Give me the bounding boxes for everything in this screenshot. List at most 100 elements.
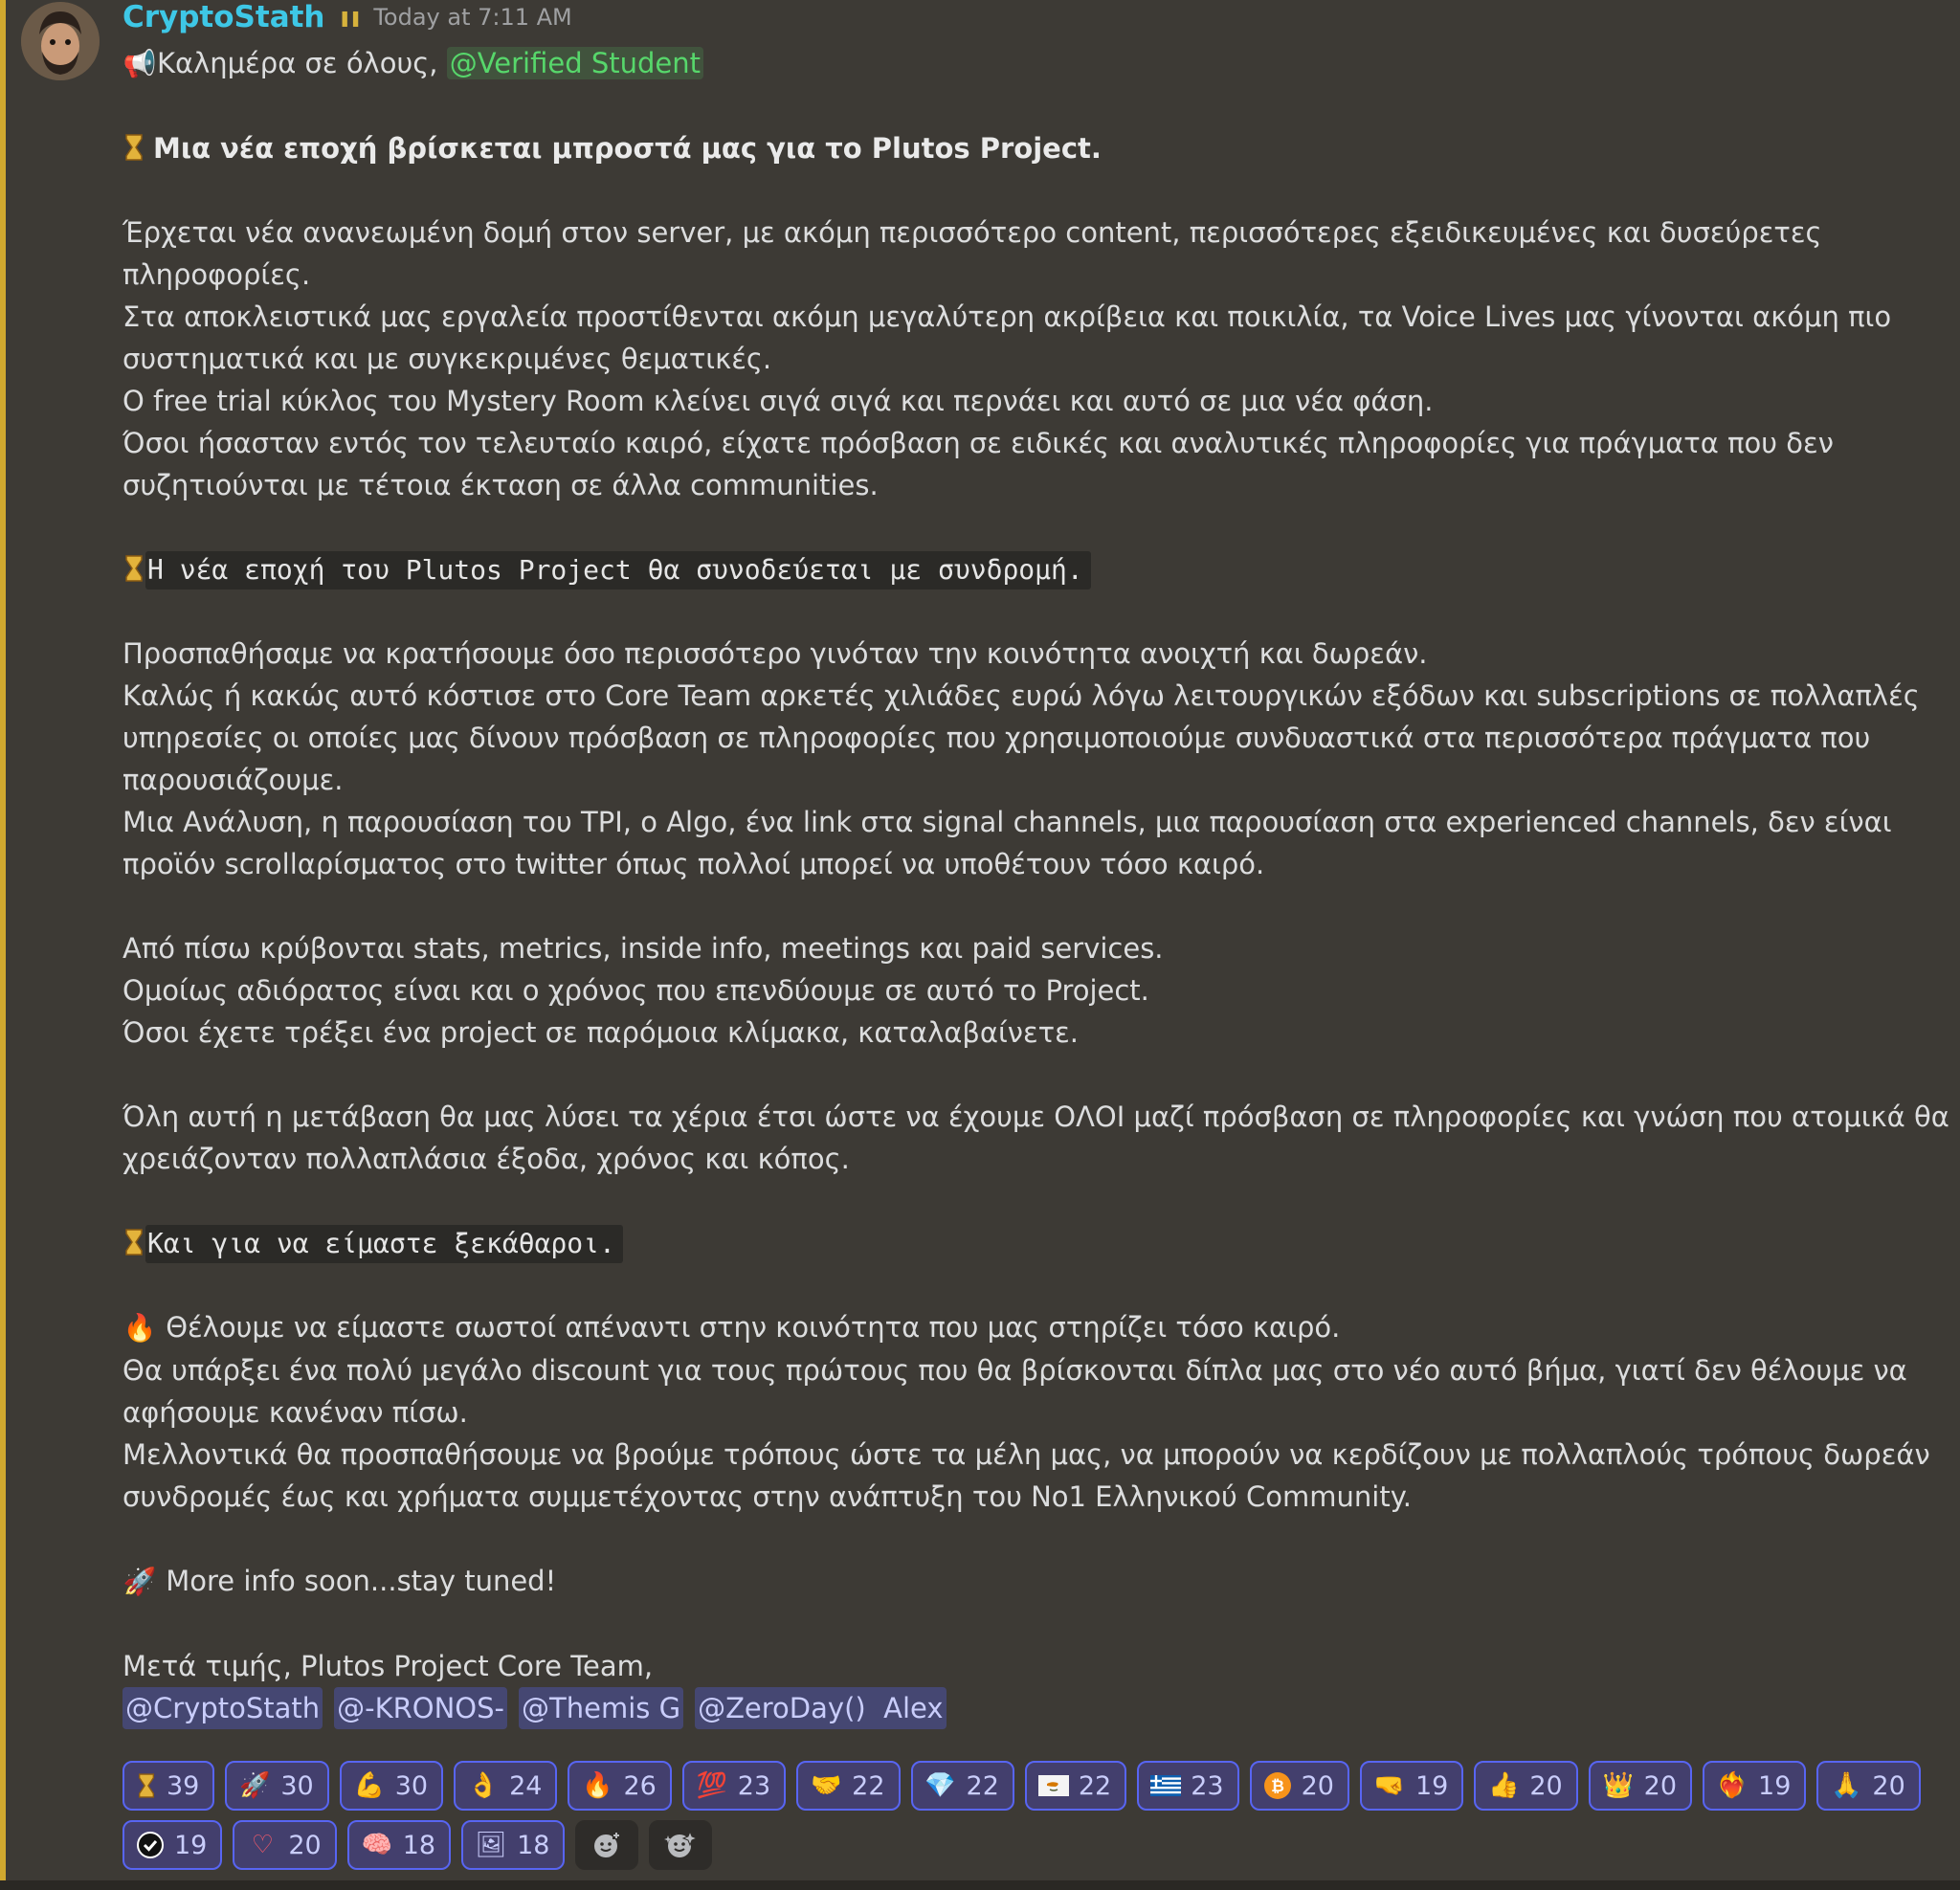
- reaction-count: 23: [737, 1770, 771, 1801]
- rocket-icon: 🚀: [239, 1771, 271, 1800]
- reaction-count: 20: [1872, 1770, 1905, 1801]
- rainbow-brain-icon: 🧠: [361, 1831, 392, 1859]
- reaction-count: 30: [394, 1770, 429, 1801]
- p1-line-4: συστηματικά και με συγκεκριμένες θεματικ…: [122, 343, 772, 375]
- p5-line-4: Μελλοντικά θα προσπαθήσουμε να βρούμε τρ…: [122, 1438, 1930, 1471]
- p1-line-2: πληροφορίες.: [122, 258, 311, 291]
- p1-line-5: Ο free trial κύκλος του Mystery Room κλε…: [122, 385, 1434, 417]
- super-reaction-icon: [664, 1830, 698, 1857]
- reaction-count: 22: [852, 1770, 885, 1801]
- verified-student-mention[interactable]: @Verified Student: [446, 47, 704, 79]
- username[interactable]: CryptoStath: [122, 0, 325, 34]
- reaction-hundred[interactable]: 💯 23: [681, 1761, 787, 1811]
- reactions-bar: 39 🚀 30 💪 30 👌 24 🔥 26 💯 23 🤝 22 💎 22 22…: [122, 1761, 1922, 1870]
- reaction-folded-hands[interactable]: 🙏 20: [1816, 1761, 1921, 1811]
- add-reaction-button[interactable]: [575, 1820, 639, 1870]
- message-content: 📢Καλημέρα σε όλους, @Verified Student Μι…: [122, 42, 1949, 1729]
- p4-line-1: Όλη αυτή η μετάβαση θα μας λύσει τα χέρι…: [122, 1101, 1949, 1133]
- reaction-heart[interactable]: ♡ 20: [233, 1820, 337, 1870]
- avatar-portrait-icon: [21, 2, 100, 80]
- thumbs-up-icon: 👍: [1488, 1771, 1520, 1800]
- megaphone-icon: 📢: [122, 48, 157, 79]
- reaction-bitcoin[interactable]: ₿ 20: [1249, 1761, 1349, 1811]
- bottom-strip: [0, 1880, 1960, 1890]
- crown-icon: 👑: [1602, 1771, 1634, 1800]
- p5-line-1: 🔥 Θέλουμε να είμαστε σωστοί απέναντι στη…: [122, 1306, 1903, 1349]
- folded-hands-icon: 🙏: [1831, 1771, 1862, 1800]
- reaction-thumbs-up[interactable]: 👍 20: [1474, 1761, 1578, 1811]
- role-badge-icon: ❚❚: [338, 8, 363, 27]
- reaction-count: 20: [1643, 1770, 1678, 1801]
- p5-line-3: αφήσουμε κανέναν πίσω.: [122, 1396, 468, 1429]
- hourglass-icon: [125, 555, 143, 582]
- reaction-count: 20: [1301, 1770, 1334, 1801]
- p3-line-1: Από πίσω κρύβονται stats, metrics, insid…: [122, 932, 1164, 965]
- fire-icon: 🔥: [582, 1771, 613, 1800]
- mention-cryptostath[interactable]: @CryptoStath: [122, 1687, 323, 1729]
- p4-line-2: χρειάζονταν πολλαπλάσια έξοδα, χρόνος κα…: [122, 1143, 850, 1175]
- p2-line-3: υπηρεσίες οι οποίες μας δίνουν πρόσβαση …: [122, 722, 1871, 754]
- reaction-rocket[interactable]: 🚀 30: [225, 1761, 329, 1811]
- reaction-count: 19: [1414, 1770, 1449, 1801]
- p1-line-7: συζητιούνται με τέτοια έκταση σε άλλα co…: [122, 469, 879, 501]
- reaction-portrait-sticker[interactable]: 🖼 18: [461, 1820, 566, 1870]
- p3-line-2: Ομοίως αδιόρατος είναι και ο χρόνος που …: [122, 974, 1149, 1007]
- reaction-greece-flag[interactable]: 23: [1137, 1761, 1239, 1811]
- reaction-count: 19: [174, 1830, 208, 1860]
- p5-line-1-text: Θέλουμε να είμαστε σωστοί απέναντι στην …: [157, 1311, 1341, 1344]
- reaction-count: 23: [1191, 1770, 1224, 1801]
- code-line-1: Η νέα εποχή του Plutos Project θα συνοδε…: [122, 548, 1903, 590]
- bitcoin-icon: ₿: [1263, 1772, 1291, 1799]
- add-super-reaction-button[interactable]: [649, 1820, 713, 1870]
- reaction-count: 39: [167, 1770, 200, 1801]
- reaction-count: 19: [1758, 1770, 1792, 1801]
- reaction-heart-on-fire[interactable]: ❤️‍🔥 19: [1703, 1761, 1807, 1811]
- inline-code-clarity: Και για να είμαστε ξεκάθαροι.: [145, 1225, 623, 1263]
- reaction-gem[interactable]: 💎 22: [910, 1761, 1014, 1811]
- heart-icon: ♡: [251, 1831, 275, 1859]
- reaction-check-badge[interactable]: 19: [122, 1820, 223, 1870]
- p2-line-5: Μια Ανάλυση, η παρουσίαση του TPI, ο Alg…: [122, 806, 1892, 838]
- greeting-line: 📢Καλημέρα σε όλους, @Verified Student: [122, 42, 1903, 85]
- avatar[interactable]: [21, 2, 100, 80]
- mention-zeroday-alex[interactable]: @ZeroDay() Alex: [695, 1687, 947, 1729]
- reaction-biceps[interactable]: 💪 30: [339, 1761, 444, 1811]
- timestamp[interactable]: Today at 7:11 AM: [373, 4, 571, 31]
- pointing-hand-icon: 🤜: [1373, 1771, 1406, 1800]
- reaction-crown[interactable]: 👑 20: [1588, 1761, 1693, 1811]
- greeting-text: Καλημέρα σε όλους,: [157, 47, 447, 79]
- hourglass-icon: [125, 134, 143, 161]
- flexed-biceps-icon: 💪: [353, 1771, 385, 1800]
- reaction-cyprus-flag[interactable]: 22: [1024, 1761, 1127, 1811]
- hourglass-icon: [138, 1773, 155, 1798]
- reaction-ok-hand[interactable]: 👌 24: [454, 1761, 558, 1811]
- reaction-count: 22: [1078, 1770, 1112, 1801]
- code-line-2: Και για να είμαστε ξεκάθαροι.: [122, 1222, 1903, 1264]
- reaction-fire[interactable]: 🔥 26: [568, 1761, 672, 1811]
- reaction-pointing-hand[interactable]: 🤜 19: [1359, 1761, 1464, 1811]
- reaction-count: 26: [623, 1770, 657, 1801]
- add-reaction-icon: [594, 1832, 621, 1857]
- p1-line-1: Έρχεται νέα ανανεωμένη δομή στον server,…: [122, 216, 1822, 249]
- ok-hand-icon: 👌: [467, 1771, 500, 1800]
- reaction-count: 20: [288, 1830, 322, 1860]
- svg-text:₿: ₿: [1271, 1777, 1284, 1796]
- handshake-icon: 🤝: [810, 1771, 842, 1800]
- mention-themis-g[interactable]: @Themis G: [519, 1687, 684, 1729]
- check-badge-icon: [137, 1832, 164, 1858]
- reaction-count: 24: [509, 1770, 543, 1801]
- reaction-count: 18: [402, 1830, 436, 1860]
- reaction-rainbow-brain[interactable]: 🧠 18: [346, 1820, 452, 1870]
- reaction-hourglass[interactable]: 39: [122, 1761, 215, 1811]
- message-header: CryptoStath ❚❚ Today at 7:11 AM: [122, 0, 572, 34]
- reaction-count: 22: [966, 1770, 999, 1801]
- reaction-count: 30: [280, 1770, 314, 1801]
- hourglass-icon: [125, 1229, 143, 1256]
- reaction-count: 20: [1529, 1770, 1563, 1801]
- heart-on-fire-icon: ❤️‍🔥: [1716, 1771, 1748, 1800]
- mention-kronos[interactable]: @-KRONOS-: [334, 1687, 508, 1729]
- reaction-handshake[interactable]: 🤝 22: [796, 1761, 901, 1811]
- p5-line-5: συνδρομές έως και χρήματα συμμετέχοντας …: [122, 1480, 1412, 1513]
- greece-flag-icon: [1150, 1775, 1182, 1796]
- fire-icon: 🔥: [122, 1312, 157, 1344]
